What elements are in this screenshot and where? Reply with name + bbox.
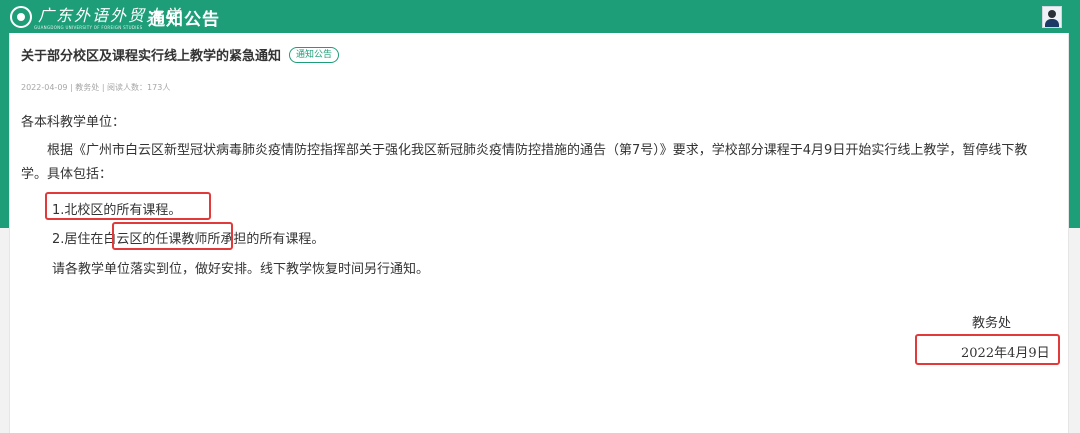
greeting: 各本科教学单位： — [21, 115, 126, 130]
notice-card: 关于部分校区及课程实行线上教学的紧急通知 通知公告 2022-04-09 | 教… — [9, 33, 1069, 433]
notice-title-row: 关于部分校区及课程实行线上教学的紧急通知 通知公告 — [21, 45, 340, 64]
university-seal-icon — [10, 6, 32, 28]
category-tag[interactable]: 通知公告 — [289, 46, 340, 63]
closing-text: 请各教学单位落实到位，做好安排。线下教学恢复时间另行通知。 — [52, 262, 430, 277]
user-avatar-icon[interactable] — [1042, 6, 1062, 28]
notice-meta: 2022-04-09 | 教务处 | 阅读人数：173人 — [21, 83, 171, 92]
highlight-box-north-campus — [45, 192, 211, 220]
signature-dept: 教务处 — [972, 316, 1012, 331]
notice-paragraph: 根据《广州市白云区新型冠状病毒肺炎疫情防控指挥部关于强化我区新冠肺炎疫情防控措施… — [21, 143, 1028, 182]
notice-title: 关于部分校区及课程实行线上教学的紧急通知 — [21, 49, 282, 64]
highlight-box-date — [915, 334, 1060, 365]
highlight-box-baiyun — [112, 222, 233, 250]
school-name-en: GUANGDONG UNIVERSITY OF FOREIGN STUDIES — [34, 25, 143, 30]
page-title: 通知公告 — [148, 10, 220, 30]
